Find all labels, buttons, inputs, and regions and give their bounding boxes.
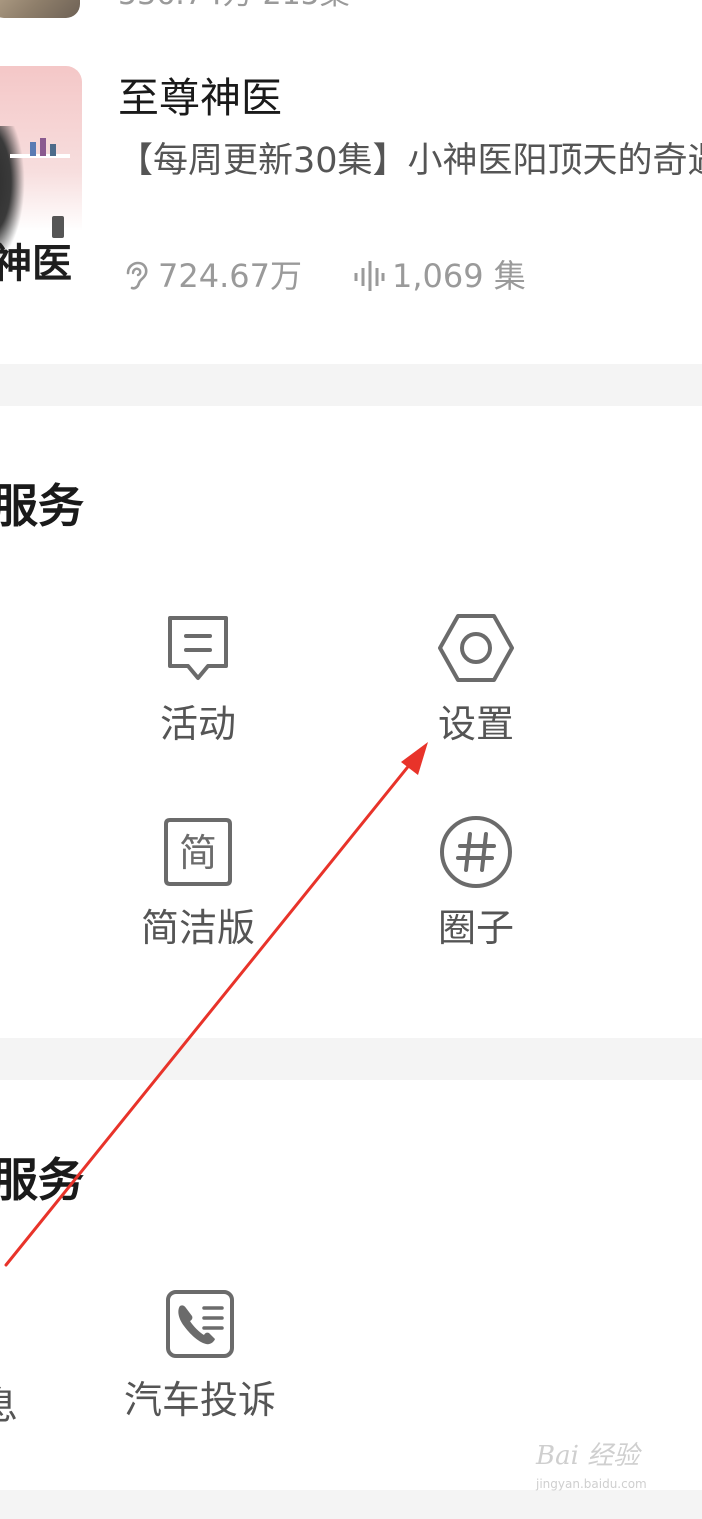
svg-text:简: 简 [179,831,217,875]
service-activity-label: 活动 [159,702,236,746]
section-divider [0,364,702,406]
book-meta: 724.67万 1,069 集 [118,256,526,296]
cover-speaker [52,216,64,238]
simple-mode-icon: 简 [164,818,232,886]
hashtag-circle-icon [440,816,512,888]
cover-book-1 [30,142,36,156]
service-circle-label: 圈子 [437,906,514,950]
episode-count: 1,069 集 [391,257,526,295]
service-simple-mode[interactable]: 简 简洁版 [118,812,278,950]
watermark-main: Bai 经验 [536,1441,640,1471]
baidu-watermark: Bai 经验 jingyan.baidu.com [536,1442,696,1512]
ear-icon [126,261,148,290]
annotation-arrow [4,742,428,1267]
service-simple-mode-label: 简洁版 [140,906,255,950]
watermark-sub: jingyan.baidu.com [536,1477,647,1491]
document-icon [168,616,228,680]
service-settings-label: 设置 [437,702,514,746]
cover-title-text: 神医 [0,240,72,287]
cover-book-3 [50,144,56,156]
soundwave-icon [354,261,385,291]
book-cover[interactable]: 神医 [0,66,82,302]
cover-book-2 [40,138,46,156]
book-title[interactable]: 至尊神医 [118,72,282,124]
top-book-meta: 536.74万 215集 [118,0,350,12]
service-settings[interactable]: 设置 [396,608,556,746]
top-book-cover[interactable] [0,0,80,18]
service-partial-label[interactable]: 息 [0,1384,18,1428]
service-activity[interactable]: 活动 [118,608,278,746]
section-divider-2 [0,1038,702,1080]
book-description[interactable]: 【每周更新30集】小神医阳顶天的奇遇 [118,136,702,186]
services-section-title: 服务 [0,479,84,533]
service-car-complaint-label: 汽车投诉 [123,1378,276,1422]
services2-section-title: 服务 [0,1153,84,1207]
listen-count: 724.67万 [158,257,302,295]
hexagon-settings-icon [438,614,514,682]
service-circle[interactable]: 圈子 [396,812,556,950]
service-car-complaint[interactable]: 汽车投诉 [120,1284,280,1422]
phone-complaint-icon [166,1290,234,1358]
